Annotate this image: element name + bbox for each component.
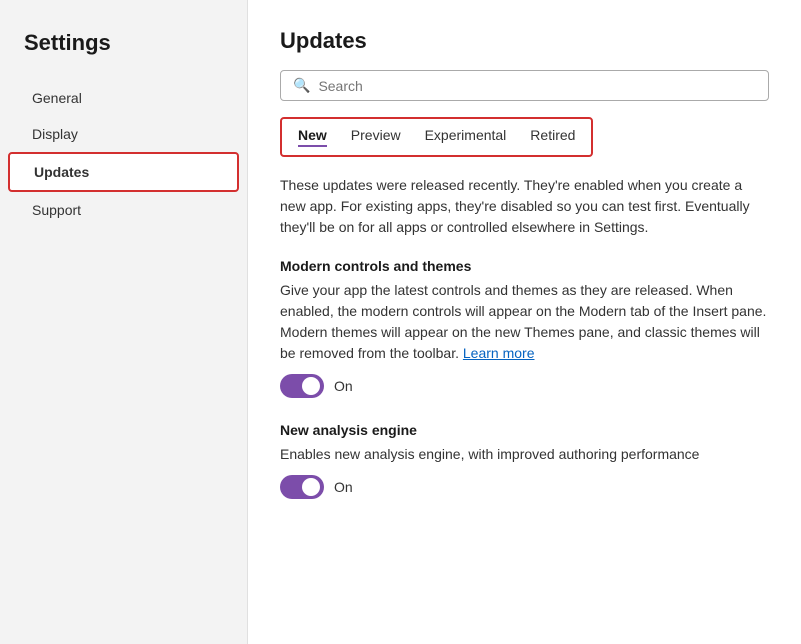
sidebar: Settings General Display Updates Support [0, 0, 248, 644]
learn-more-link[interactable]: Learn more [463, 345, 535, 361]
tab-preview[interactable]: Preview [351, 127, 401, 147]
sidebar-item-label: General [32, 90, 82, 106]
tabs-container: New Preview Experimental Retired [280, 117, 593, 157]
analysis-engine-toggle[interactable] [280, 475, 324, 499]
search-bar: 🔍 [280, 70, 769, 101]
toggle-label: On [334, 479, 353, 495]
sidebar-item-label: Support [32, 202, 81, 218]
tab-new[interactable]: New [298, 127, 327, 147]
toggle-knob [302, 377, 320, 395]
sidebar-item-general[interactable]: General [8, 80, 239, 116]
tab-retired[interactable]: Retired [530, 127, 575, 147]
main-content: Updates 🔍 New Preview Experimental Retir… [248, 0, 801, 644]
toggle-row-modern: On [280, 374, 769, 398]
sidebar-item-display[interactable]: Display [8, 116, 239, 152]
sidebar-item-label: Display [32, 126, 78, 142]
feature-modern-controls: Modern controls and themes Give your app… [280, 258, 769, 398]
sidebar-item-support[interactable]: Support [8, 192, 239, 228]
toggle-label: On [334, 378, 353, 394]
updates-description: These updates were released recently. Th… [280, 175, 760, 238]
search-input[interactable] [318, 78, 756, 94]
feature-title: New analysis engine [280, 422, 769, 438]
search-icon: 🔍 [293, 77, 310, 94]
feature-description: Enables new analysis engine, with improv… [280, 444, 769, 465]
sidebar-item-updates[interactable]: Updates [8, 152, 239, 192]
toggle-knob [302, 478, 320, 496]
feature-description: Give your app the latest controls and th… [280, 280, 769, 364]
sidebar-title: Settings [0, 20, 247, 80]
feature-analysis-engine: New analysis engine Enables new analysis… [280, 422, 769, 499]
feature-title: Modern controls and themes [280, 258, 769, 274]
modern-controls-toggle[interactable] [280, 374, 324, 398]
tab-experimental[interactable]: Experimental [425, 127, 507, 147]
sidebar-item-label: Updates [34, 164, 89, 180]
page-title: Updates [280, 28, 769, 54]
toggle-row-analysis: On [280, 475, 769, 499]
